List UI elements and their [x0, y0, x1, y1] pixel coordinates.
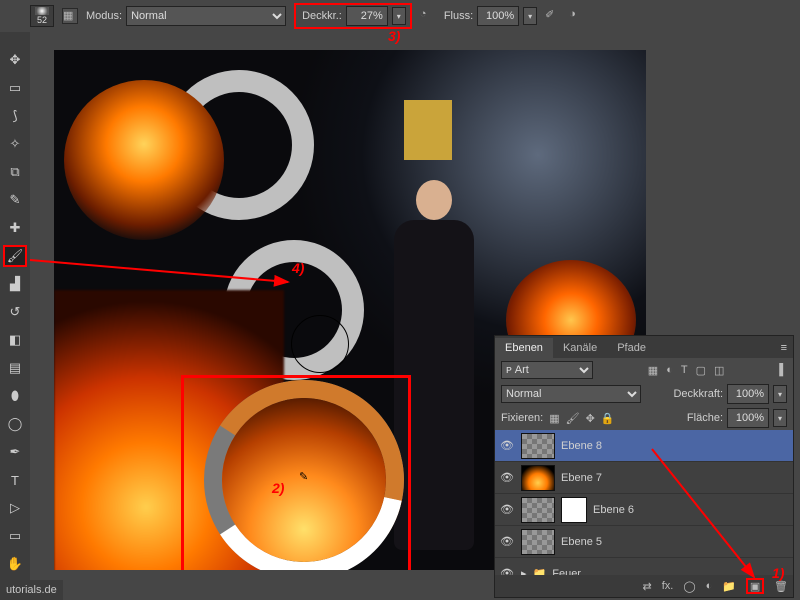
dodge-tool[interactable]: ◯: [4, 414, 26, 434]
healing-tool[interactable]: ✚: [4, 218, 26, 238]
brush-size-picker[interactable]: 52: [30, 5, 54, 27]
opacity-input[interactable]: [346, 6, 388, 26]
brush-preview-icon: [6, 8, 22, 24]
link-layers-icon[interactable]: ⇄: [643, 580, 652, 593]
layer-fill-input[interactable]: [727, 408, 769, 428]
lock-transparency-icon[interactable]: ▦: [549, 412, 559, 425]
tab-layers[interactable]: Ebenen: [495, 338, 553, 358]
pressure-opacity-icon[interactable]: ◔: [420, 8, 436, 24]
opacity-dropdown-arrow[interactable]: ▾: [392, 7, 406, 25]
type-tool[interactable]: T: [4, 470, 26, 490]
marquee-tool[interactable]: ▭: [4, 78, 26, 98]
group-expand-icon[interactable]: ▸: [521, 567, 527, 575]
move-tool[interactable]: ✥: [4, 50, 26, 70]
mode-label: Modus:: [86, 10, 122, 22]
brush-cursor-circle: [291, 315, 349, 373]
layer-opacity-label: Deckkraft:: [673, 388, 723, 400]
mask-icon[interactable]: ◯: [683, 580, 695, 593]
eyedropper-cursor-icon: ✎: [299, 470, 315, 486]
filter-toggle-switch[interactable]: ▌: [779, 364, 787, 376]
flow-label: Fluss:: [444, 10, 473, 22]
panel-menu-icon[interactable]: ≡: [775, 338, 793, 358]
eraser-tool[interactable]: ◧: [4, 330, 26, 350]
tab-paths[interactable]: Pfade: [607, 338, 656, 358]
layer-mask-thumb[interactable]: [561, 497, 587, 523]
group-icon[interactable]: 📁: [722, 580, 736, 593]
layer-name[interactable]: Ebene 5: [561, 536, 602, 548]
new-layer-button[interactable]: ▣: [746, 578, 764, 594]
filter-smart-icon[interactable]: ◫: [714, 364, 724, 377]
layer-thumb[interactable]: [521, 465, 555, 491]
layer-opacity-input[interactable]: [727, 384, 769, 404]
gradient-tool[interactable]: ▤: [4, 358, 26, 378]
blur-tool[interactable]: ⬮: [4, 386, 26, 406]
brush-size-value: 52: [37, 15, 47, 25]
visibility-icon[interactable]: 👁: [499, 439, 515, 452]
visibility-icon[interactable]: 👁: [499, 503, 515, 516]
stamp-tool[interactable]: ▟: [4, 274, 26, 294]
layers-list: 👁 Ebene 8 👁 Ebene 7 👁 Ebene 6 👁 Ebene 5 …: [495, 430, 793, 575]
filter-pixel-icon[interactable]: ▦: [648, 364, 658, 377]
pen-tool[interactable]: ✒: [4, 442, 26, 462]
flow-input[interactable]: [477, 6, 519, 26]
layers-panel: Ebenen Kanäle Pfade ≡ ᴘ Art ▦ ◐ T ▢ ◫ ▌ …: [494, 335, 794, 598]
visibility-icon[interactable]: 👁: [499, 535, 515, 548]
layer-name[interactable]: Ebene 8: [561, 440, 602, 452]
layer-row[interactable]: 👁 Ebene 7: [495, 462, 793, 494]
path-select-tool[interactable]: ▷: [4, 498, 26, 518]
delete-layer-icon[interactable]: 🗑: [774, 580, 788, 593]
layer-lock-label: Fixieren:: [501, 412, 543, 424]
layer-row[interactable]: 👁 Ebene 6: [495, 494, 793, 526]
layer-row[interactable]: 👁 Ebene 8: [495, 430, 793, 462]
filter-type-icon[interactable]: T: [681, 364, 688, 377]
pressure-size-icon[interactable]: ◑: [569, 8, 585, 24]
tools-sidebar: ✥ ▭ ⟆ ✧ ⧉ ✎ ✚ 🖌 ▟ ↺ ◧ ▤ ⬮ ◯ ✒ T ▷ ▭ ✋: [0, 32, 30, 600]
layer-row[interactable]: 👁 Ebene 5: [495, 526, 793, 558]
crop-tool[interactable]: ⧉: [4, 162, 26, 182]
layer-fill-label: Fläche:: [687, 412, 723, 424]
wand-tool[interactable]: ✧: [4, 134, 26, 154]
layer-fill-dd[interactable]: ▾: [773, 409, 787, 427]
lock-all-icon[interactable]: 🔒: [601, 412, 615, 425]
watermark-text: utorials.de: [0, 580, 63, 600]
visibility-icon[interactable]: 👁: [499, 567, 515, 575]
layer-group-row[interactable]: 👁 ▸ 📁 Feuer: [495, 558, 793, 575]
folder-icon: 📁: [533, 567, 547, 575]
layer-name[interactable]: Ebene 6: [593, 504, 634, 516]
eyedropper-tool[interactable]: ✎: [4, 190, 26, 210]
layer-filter-select[interactable]: ᴘ Art: [501, 361, 593, 379]
airbrush-icon[interactable]: ✐: [545, 8, 561, 24]
fx-icon[interactable]: fx.: [662, 580, 674, 592]
history-brush-tool[interactable]: ↺: [4, 302, 26, 322]
lasso-tool[interactable]: ⟆: [4, 106, 26, 126]
layer-thumb[interactable]: [521, 433, 555, 459]
layer-opacity-dd[interactable]: ▾: [773, 385, 787, 403]
filter-adjust-icon[interactable]: ◐: [666, 364, 673, 377]
brush-panel-icon[interactable]: ▦: [62, 8, 78, 24]
filter-shape-icon[interactable]: ▢: [696, 364, 706, 377]
layer-blend-select[interactable]: Normal: [501, 385, 641, 403]
tab-channels[interactable]: Kanäle: [553, 338, 607, 358]
opacity-label: Deckkr.:: [302, 10, 342, 22]
brush-tool[interactable]: 🖌: [4, 246, 26, 266]
lock-pixels-icon[interactable]: 🖌: [566, 412, 580, 425]
layer-name[interactable]: Feuer: [552, 568, 581, 576]
layer-thumb[interactable]: [521, 529, 555, 555]
layer-name[interactable]: Ebene 7: [561, 472, 602, 484]
layer-thumb[interactable]: [521, 497, 555, 523]
lock-position-icon[interactable]: ✥: [586, 412, 595, 425]
flow-dropdown-arrow[interactable]: ▾: [523, 7, 537, 25]
adjustment-icon[interactable]: ◐: [706, 580, 713, 592]
hand-tool[interactable]: ✋: [4, 554, 26, 574]
shape-tool[interactable]: ▭: [4, 526, 26, 546]
blend-mode-select[interactable]: Normal: [126, 6, 286, 26]
visibility-icon[interactable]: 👁: [499, 471, 515, 484]
